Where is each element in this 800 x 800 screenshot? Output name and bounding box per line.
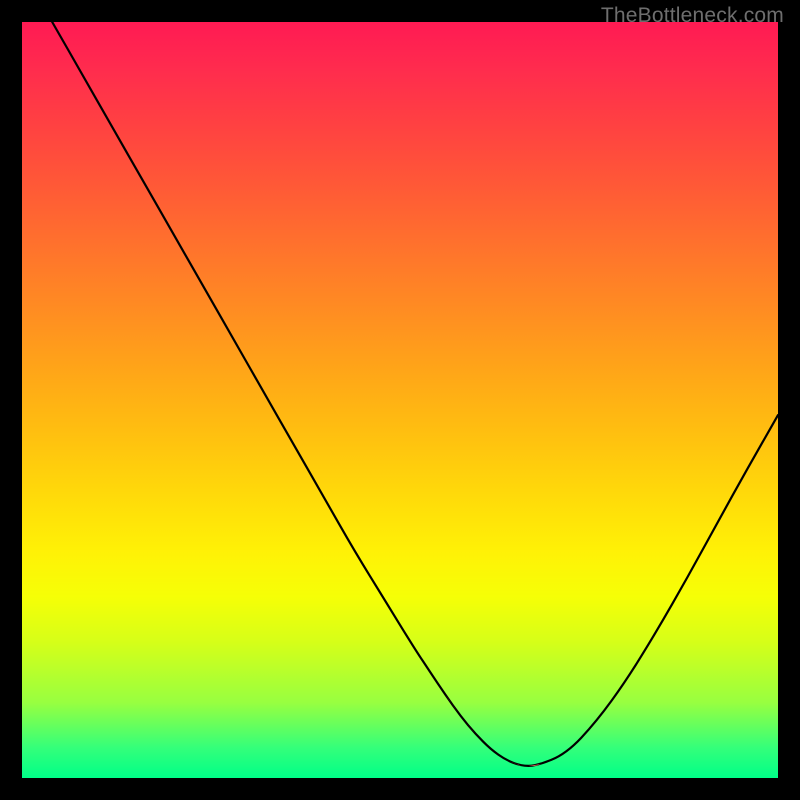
chart-plot-area <box>22 22 778 778</box>
chart-svg <box>22 22 778 778</box>
bottleneck-curve <box>52 22 778 766</box>
curve-marker-segment <box>612 684 624 701</box>
watermark-text: TheBottleneck.com <box>601 4 784 28</box>
curve-marker-segment <box>491 749 503 757</box>
curve-markers <box>445 631 657 766</box>
